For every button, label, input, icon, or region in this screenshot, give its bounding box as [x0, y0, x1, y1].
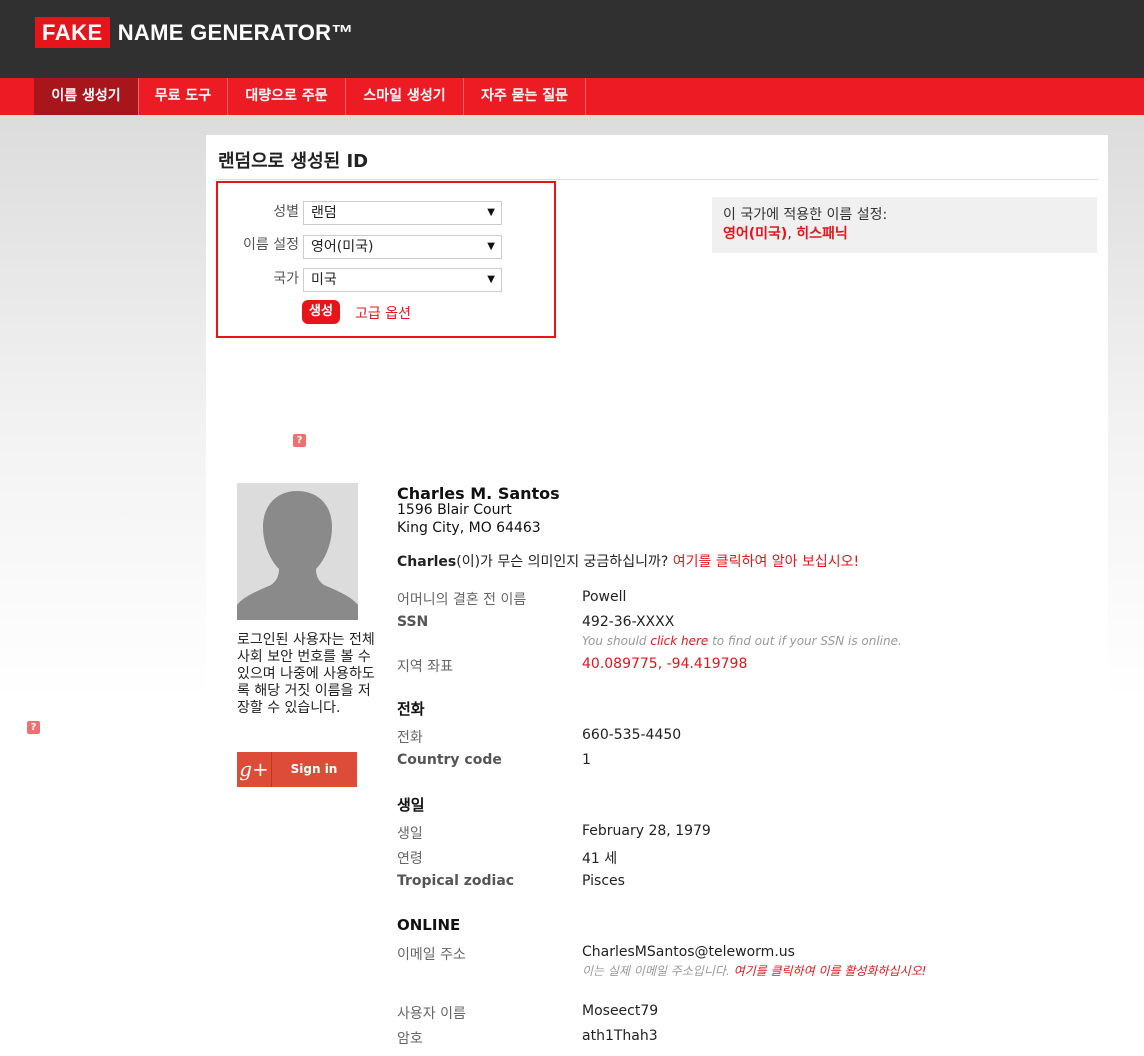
login-promo-text: 로그인된 사용자는 전체 사회 보안 번호를 볼 수 있으며 나중에 사용하도록… [237, 632, 375, 716]
nav-item-free-tools[interactable]: 무료 도구 [139, 78, 228, 115]
email-note-pre: 이는 실제 이메일 주소입니다. [582, 964, 734, 978]
chevron-down-icon: ▼ [487, 207, 495, 218]
zodiac-label: Tropical zodiac [397, 873, 515, 889]
google-plus-icon: g+ [237, 752, 272, 787]
password-label: 암호 [397, 1031, 423, 1047]
nameset-info-box: 이 국가에 적용한 이름 설정: 영어(미국), 히스패닉 [712, 197, 1097, 253]
phone-value: 660-535-4450 [582, 727, 682, 743]
logo-title: NAME GENERATOR™ [117, 19, 354, 45]
broken-image-icon: ? [27, 721, 40, 734]
chevron-down-icon: ▼ [487, 274, 495, 285]
address-line-2: King City, MO 64463 [397, 520, 541, 536]
ssn-label: SSN [397, 614, 429, 630]
country-select[interactable]: 미국 ▼ [303, 268, 502, 292]
birthday-value: February 28, 1979 [582, 823, 711, 839]
main-panel: 랜덤으로 생성된 ID 성별 랜덤 ▼ 이름 설정 영어(미국) ▼ 국가 미국… [206, 135, 1108, 1056]
geo-coordinates-label: 지역 좌표 [397, 659, 453, 675]
google-signin-button[interactable]: g+ Sign in [237, 752, 357, 787]
identity-name: Charles M. Santos [397, 484, 560, 503]
nameset-select-value: 영어(미국) [311, 239, 374, 255]
geo-coordinates-link[interactable]: 40.089775, -94.419798 [582, 656, 747, 672]
birthday-section-heading: 생일 [397, 796, 425, 814]
name-meaning-prompt: Charles(이)가 무슨 의미인지 궁금하십니까? 여기를 클릭하여 알아 … [397, 551, 859, 571]
person-silhouette-icon [237, 483, 358, 620]
info-separator: , [787, 226, 797, 242]
country-code-value: 1 [582, 752, 591, 768]
country-label: 국가 [273, 271, 299, 287]
email-note-link[interactable]: 여기를 클릭하여 이를 활성화하십시오! [734, 964, 927, 978]
password-value: ath1Thah3 [582, 1028, 658, 1044]
meaning-link[interactable]: 여기를 클릭하여 알아 보십시오! [673, 554, 859, 570]
ssn-value: 492-36-XXXX [582, 614, 675, 630]
age-label: 연령 [397, 851, 423, 867]
logo-fake-badge: FAKE [35, 17, 110, 48]
nav-item-smile-generator[interactable]: 스마일 생성기 [346, 78, 464, 115]
email-label: 이메일 주소 [397, 947, 466, 963]
chevron-down-icon: ▼ [487, 241, 495, 252]
country-code-label: Country code [397, 752, 502, 768]
meaning-name: Charles [397, 554, 457, 570]
broken-image-icon: ? [293, 434, 306, 447]
nameset-label: 이름 설정 [243, 237, 299, 253]
birthday-label: 생일 [397, 826, 423, 842]
age-value: 41 세 [582, 851, 618, 867]
zodiac-value: Pisces [582, 873, 625, 889]
title-divider [216, 179, 1098, 180]
page-title: 랜덤으로 생성된 ID [218, 151, 369, 172]
country-select-value: 미국 [311, 272, 337, 288]
username-label: 사용자 이름 [397, 1006, 466, 1022]
nav-item-bulk-order[interactable]: 대량으로 주문 [228, 78, 346, 115]
generator-form: 성별 랜덤 ▼ 이름 설정 영어(미국) ▼ 국가 미국 ▼ 생성 고급 옵션 [216, 181, 556, 338]
email-value: CharlesMSantos@teleworm.us [582, 944, 795, 960]
phone-label: 전화 [397, 730, 423, 746]
ssn-note-post: to find out if your SSN is online. [708, 634, 902, 648]
nameset-select[interactable]: 영어(미국) ▼ [303, 235, 502, 259]
info-line: 이 국가에 적용한 이름 설정: [723, 207, 888, 223]
maiden-name-value: Powell [582, 589, 627, 605]
phone-section-heading: 전화 [397, 700, 425, 718]
site-logo[interactable]: FAKE NAME GENERATOR™ [35, 17, 354, 48]
meaning-text: (이)가 무슨 의미인지 궁금하십니까? [456, 554, 673, 570]
gender-select[interactable]: 랜덤 ▼ [303, 201, 502, 225]
nav-item-faq[interactable]: 자주 묻는 질문 [464, 78, 586, 115]
generate-button[interactable]: 생성 [302, 300, 340, 324]
info-nameset-2[interactable]: 히스패닉 [796, 226, 848, 242]
site-header: FAKE NAME GENERATOR™ [0, 0, 1144, 78]
info-nameset-1[interactable]: 영어(미국) [723, 226, 787, 242]
email-note: 이는 실제 이메일 주소입니다. 여기를 클릭하여 이를 활성화하십시오! [582, 963, 942, 979]
ssn-note: You should click here to find out if you… [582, 634, 902, 648]
gender-select-value: 랜덤 [311, 205, 337, 221]
google-signin-label: Sign in [290, 762, 338, 776]
nav-item-name-generator[interactable]: 이름 생성기 [34, 78, 139, 115]
username-value: Moseect79 [582, 1003, 659, 1019]
info-namesets: 영어(미국), 히스패닉 [723, 225, 1086, 244]
gender-label: 성별 [273, 204, 299, 220]
ssn-note-pre: You should [582, 634, 651, 648]
avatar [237, 483, 358, 620]
ssn-note-link[interactable]: click here [650, 634, 708, 648]
advanced-options-link[interactable]: 고급 옵션 [355, 303, 411, 323]
main-nav: 이름 생성기 무료 도구 대량으로 주문 스마일 생성기 자주 묻는 질문 [0, 78, 1144, 115]
address-line-1: 1596 Blair Court [397, 502, 512, 518]
maiden-name-label: 어머니의 결혼 전 이름 [397, 592, 527, 608]
online-section-heading: ONLINE [397, 916, 461, 934]
